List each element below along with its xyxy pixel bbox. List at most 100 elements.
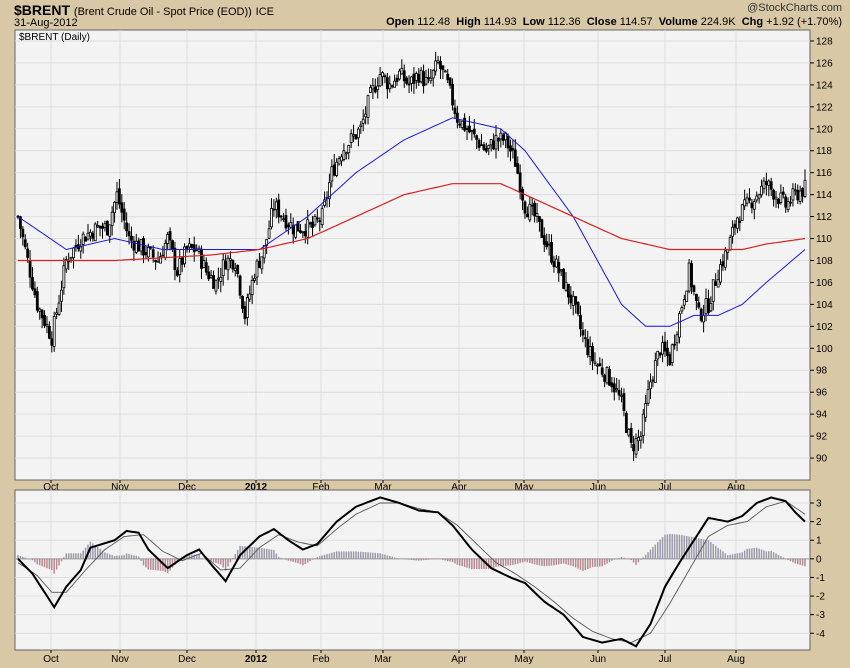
candle-body <box>540 219 544 238</box>
candle-body <box>634 438 638 455</box>
candle-body <box>332 164 336 176</box>
candle-body <box>690 263 693 288</box>
candle-body <box>644 403 648 418</box>
candle-body <box>697 302 701 308</box>
candle-body <box>581 330 585 336</box>
candle-body <box>731 226 734 237</box>
candle-body <box>262 245 266 259</box>
candle-body <box>105 220 109 236</box>
candle-body <box>202 260 206 269</box>
candle-body <box>567 283 570 298</box>
price-tick-label: 106 <box>816 278 833 289</box>
candle-body <box>96 224 100 228</box>
price-tick-label: 122 <box>816 102 833 113</box>
candle-body <box>798 190 802 202</box>
candle-body <box>680 307 684 312</box>
candle-body <box>267 228 271 239</box>
candle-body <box>608 369 611 386</box>
price-tick-label: 118 <box>816 146 832 157</box>
candle-body <box>154 259 158 263</box>
candle-body <box>279 215 283 218</box>
candle-body <box>740 204 744 221</box>
candle-body <box>796 189 800 201</box>
candle-body <box>557 261 561 274</box>
candle-body <box>398 70 401 80</box>
candle-body <box>494 135 498 150</box>
candle-body <box>400 67 404 75</box>
candle-body <box>241 296 244 309</box>
candle-body <box>60 289 63 302</box>
candle-body <box>407 83 411 86</box>
candle-body <box>772 189 776 200</box>
candle-body <box>453 107 457 114</box>
candle-body <box>699 308 703 321</box>
candle-body <box>79 246 83 252</box>
candle-body <box>480 144 483 147</box>
candle-body <box>315 217 319 220</box>
candle-body <box>163 242 167 258</box>
candle-body <box>576 302 580 315</box>
candle-body <box>518 172 522 193</box>
candle-body <box>224 260 228 270</box>
candle-body <box>214 279 218 292</box>
candle-body <box>593 361 597 364</box>
candle-body <box>431 69 435 79</box>
candle-body <box>101 225 104 229</box>
macd-x-label: Apr <box>451 654 467 665</box>
candle-body <box>207 271 211 280</box>
candle-body <box>784 196 788 208</box>
candle-body <box>583 337 587 340</box>
candle-body <box>62 265 66 289</box>
candle-body <box>605 367 609 384</box>
candle-body <box>139 239 143 252</box>
candle-body <box>600 367 604 375</box>
candle-body <box>470 130 474 132</box>
candle-body <box>550 242 553 263</box>
macd-x-label: May <box>515 654 534 665</box>
candle-body <box>31 277 34 290</box>
candle-body <box>422 71 425 87</box>
candle-body <box>426 76 430 80</box>
candle-body <box>414 73 418 81</box>
candle-body <box>764 181 768 185</box>
candle-body <box>579 314 582 330</box>
candle-body <box>313 216 317 226</box>
candle-body <box>615 388 619 391</box>
candle-body <box>117 188 121 205</box>
candle-body <box>395 77 399 82</box>
candle-body <box>74 245 78 248</box>
macd-x-label: Dec <box>178 654 196 665</box>
price-tick-label: 100 <box>816 344 833 355</box>
candle-body <box>610 382 614 388</box>
candle-body <box>443 70 447 73</box>
candle-body <box>57 302 61 315</box>
candle-body <box>103 223 107 228</box>
candle-body <box>81 233 85 245</box>
candle-body <box>497 138 500 142</box>
price-tick-label: 104 <box>816 300 833 311</box>
candle-body <box>632 444 635 452</box>
candle-body <box>320 208 324 225</box>
candle-body <box>344 152 348 155</box>
candle-body <box>777 198 780 205</box>
candle-body <box>499 132 503 140</box>
candle-body <box>373 86 377 93</box>
candle-body <box>535 213 539 217</box>
candle-body <box>200 248 203 269</box>
candle-body <box>229 258 232 261</box>
candle-body <box>637 437 640 442</box>
candle-body <box>301 231 305 234</box>
candle-body <box>649 381 652 390</box>
candle-body <box>745 197 749 204</box>
candle-body <box>475 135 479 140</box>
candle-body <box>424 76 428 85</box>
candle-body <box>178 258 182 276</box>
candle-body <box>489 139 493 146</box>
candle-body <box>774 196 778 200</box>
candle-body <box>272 208 276 211</box>
candle-body <box>501 134 505 141</box>
candle-body <box>586 339 590 356</box>
candle-body <box>84 236 87 242</box>
candle-body <box>791 188 795 201</box>
macd-tick-label: -2 <box>816 592 825 603</box>
